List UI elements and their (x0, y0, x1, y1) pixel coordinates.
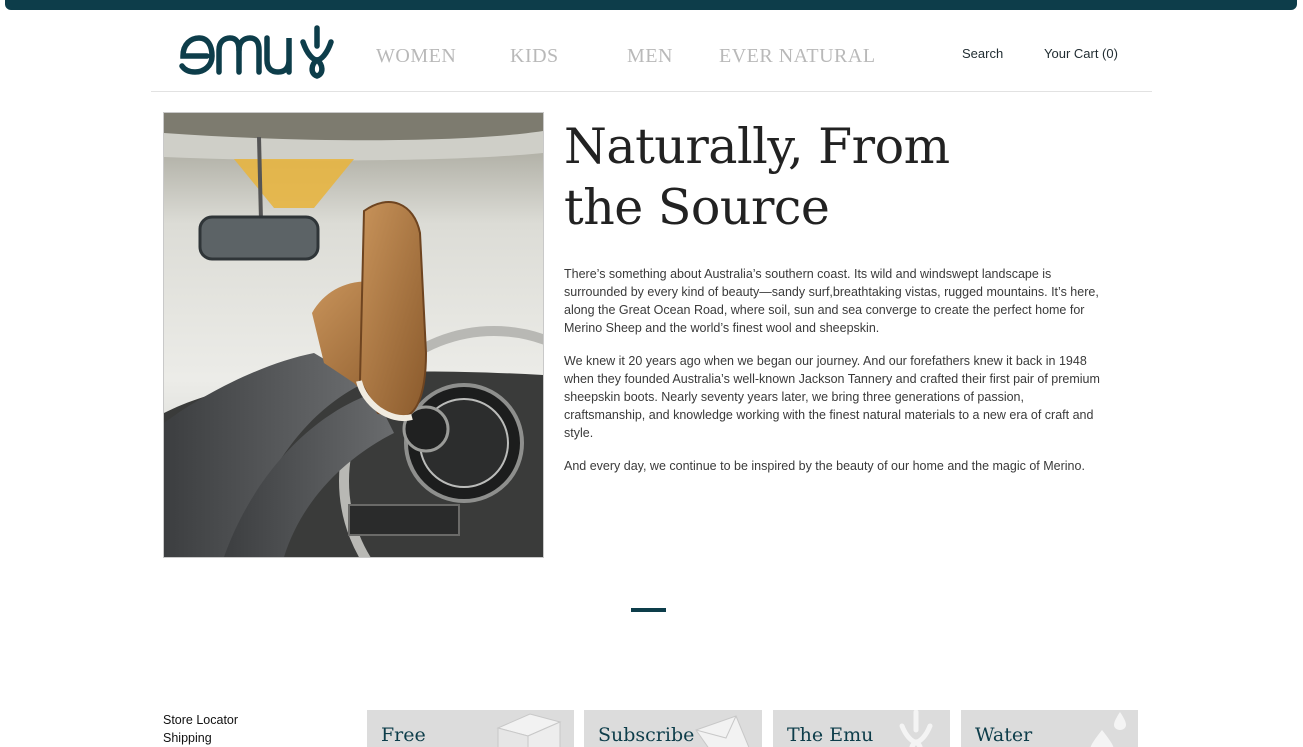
car-boots-photo (164, 113, 543, 557)
headline-line-1: Naturally, From (564, 118, 950, 175)
cart-link[interactable]: Your Cart (0) (1044, 46, 1118, 61)
tile-label: Water (975, 724, 1033, 746)
top-accent-bar (5, 0, 1297, 10)
story-paragraph: And every day, we continue to be inspire… (564, 459, 1085, 473)
footer-links: Store Locator Shipping (163, 711, 238, 747)
story-text: There’s something about Australia’s sout… (564, 265, 1104, 490)
tile-label: Subscribe (598, 724, 695, 746)
story-paragraph: There’s something about Australia’s sout… (564, 267, 1099, 335)
nav-kids[interactable]: KIDS (510, 45, 559, 68)
nav-women[interactable]: WOMEN (376, 45, 456, 68)
footer-tile-the-emu[interactable]: The Emu (773, 710, 950, 747)
box-icon (496, 713, 562, 747)
headline-line-2: the Source (564, 179, 830, 236)
story-paragraph: We knew it 20 years ago when we began ou… (564, 354, 1100, 440)
page-title: Naturally, From the Source (564, 116, 1084, 238)
emu-logo-icon (899, 710, 933, 747)
carousel-pager-indicator[interactable] (631, 608, 666, 612)
search-link[interactable]: Search (962, 46, 1003, 61)
store-locator-link[interactable]: Store Locator (163, 711, 238, 729)
nav-men[interactable]: MEN (627, 45, 673, 68)
footer-tile-water[interactable]: Water (961, 710, 1138, 747)
tile-label: Free (381, 724, 426, 746)
emu-logo[interactable] (179, 24, 339, 82)
footer-tile-free[interactable]: Free (367, 710, 574, 747)
emu-logo-icon (179, 25, 334, 79)
hero-image (163, 112, 544, 558)
shipping-link[interactable]: Shipping (163, 729, 238, 747)
footer-tile-subscribe[interactable]: Subscribe (584, 710, 762, 747)
water-drop-icon (1090, 712, 1126, 747)
tile-label: The Emu (787, 724, 874, 746)
envelope-icon (695, 715, 750, 747)
nav-ever-natural[interactable]: EVER NATURAL (719, 45, 876, 68)
site-header: WOMEN KIDS MEN EVER NATURAL Search Your … (151, 10, 1152, 92)
